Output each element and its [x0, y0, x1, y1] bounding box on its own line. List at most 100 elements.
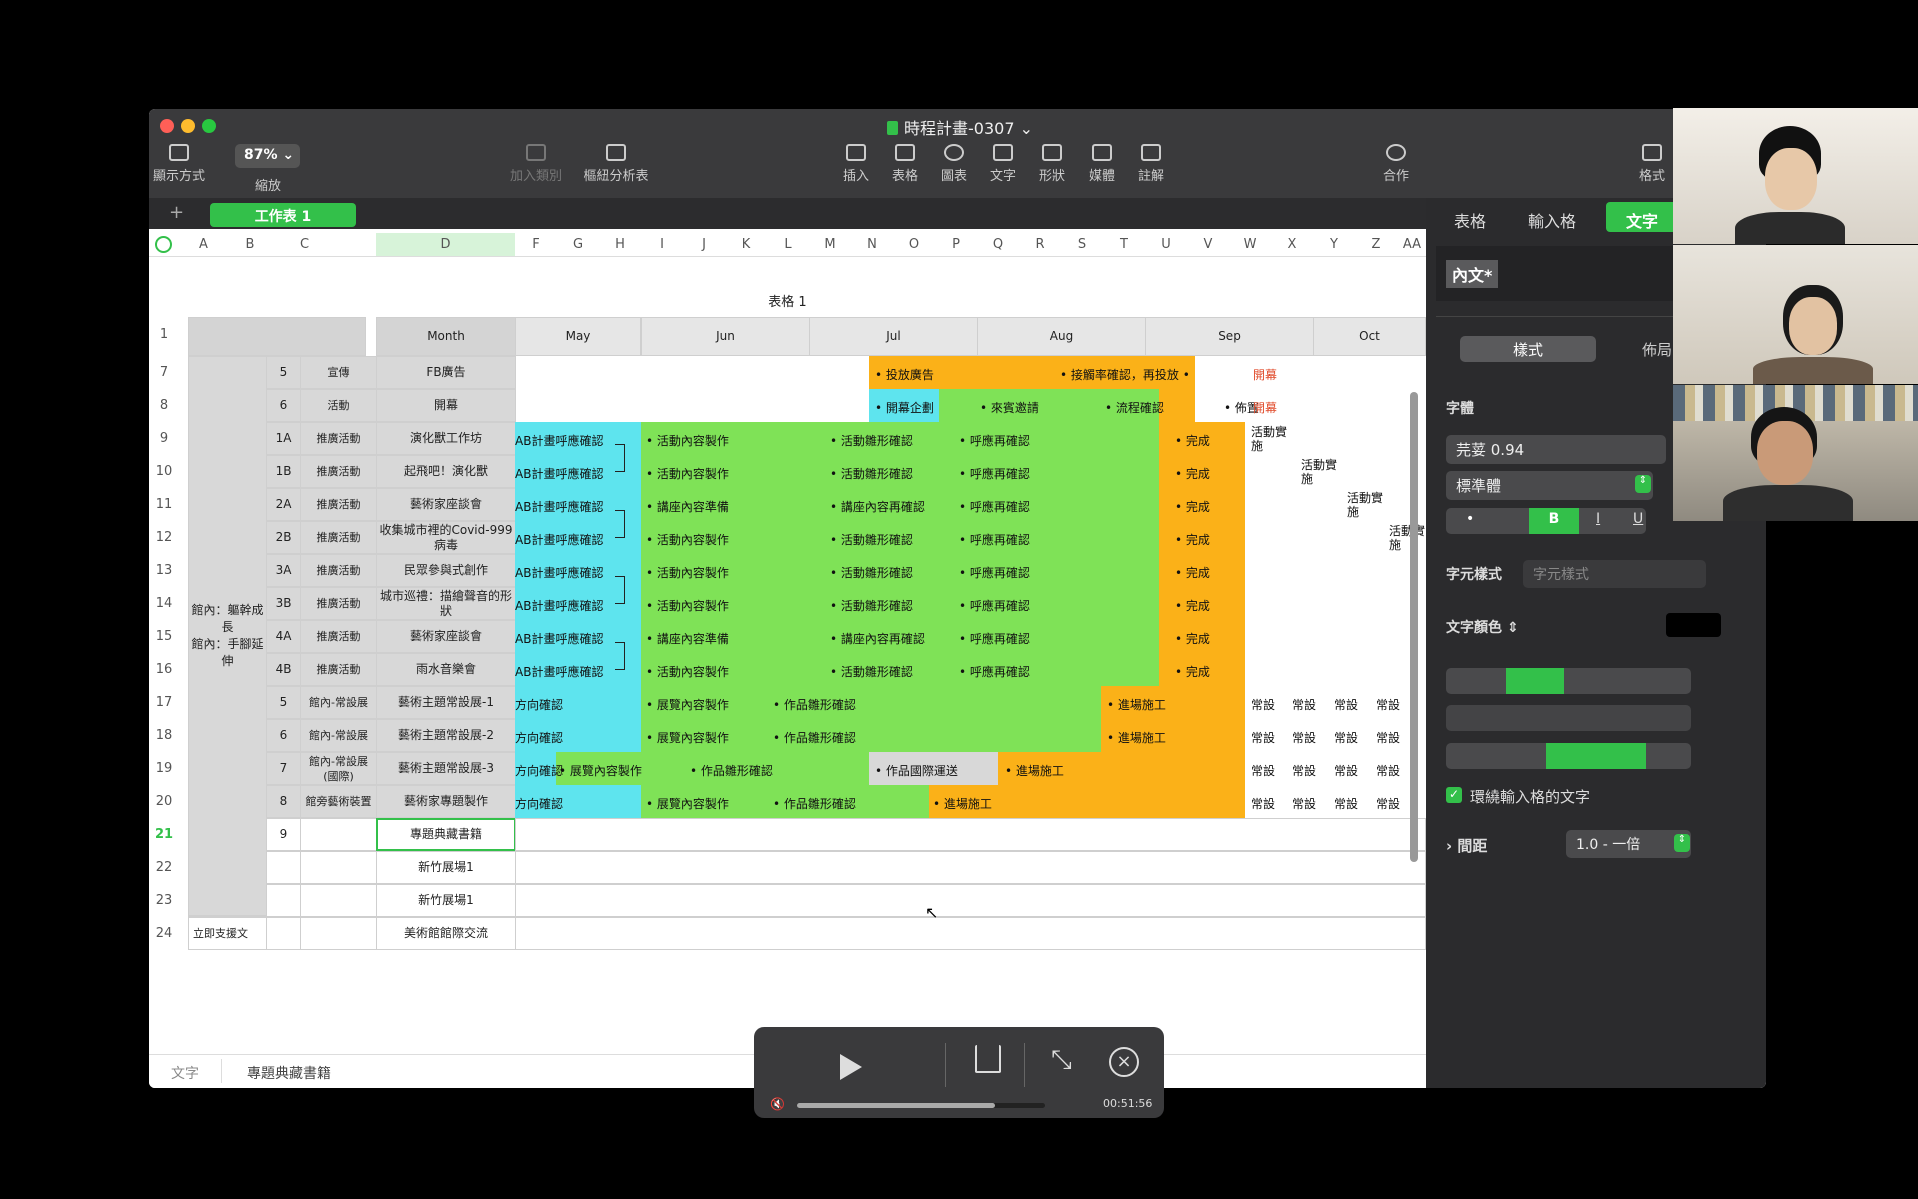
row-type[interactable]: 推廣活動: [300, 587, 377, 620]
row-type[interactable]: 推廣活動: [300, 554, 377, 587]
row-task[interactable]: 起飛吧！演化獸: [376, 455, 516, 488]
select-all-icon[interactable]: [155, 236, 172, 253]
row-id[interactable]: 4B: [266, 653, 301, 686]
row-type[interactable]: 推廣活動: [300, 488, 377, 521]
row-task[interactable]: 藝術主題常設展-2: [376, 719, 516, 752]
seg-style[interactable]: 樣式: [1460, 336, 1596, 362]
mute-icon[interactable]: 🔇: [770, 1097, 785, 1111]
align-center-button[interactable]: [1506, 668, 1564, 694]
row-task[interactable]: 藝術主題常設展-1: [376, 686, 516, 719]
col-z[interactable]: Z: [1355, 237, 1397, 252]
col-p[interactable]: P: [935, 237, 977, 252]
row-id[interactable]: 9: [266, 818, 301, 851]
header-sep[interactable]: Sep: [1145, 317, 1314, 356]
row-id[interactable]: 4A: [266, 620, 301, 653]
row-number[interactable]: 14: [149, 596, 179, 611]
row-id[interactable]: 3B: [266, 587, 301, 620]
row-type[interactable]: 推廣活動: [300, 653, 377, 686]
shape-button[interactable]: 形狀: [1027, 144, 1077, 184]
row-id[interactable]: 3A: [266, 554, 301, 587]
row-id[interactable]: 7: [266, 752, 301, 785]
empty-cell[interactable]: [515, 917, 1426, 950]
row-type[interactable]: 館內-常設展: [300, 719, 377, 752]
row-type[interactable]: 宣傳: [300, 356, 377, 389]
row-number[interactable]: 8: [149, 398, 179, 413]
comment-button[interactable]: 註解: [1126, 144, 1176, 184]
row-task[interactable]: 開幕: [376, 389, 516, 422]
row-number[interactable]: 13: [149, 563, 179, 578]
row-number[interactable]: 17: [149, 695, 179, 710]
row-type[interactable]: 館內-常設展: [300, 686, 377, 719]
row-task[interactable]: 專題典藏書籍: [376, 818, 516, 851]
row-type[interactable]: [300, 818, 377, 851]
col-u[interactable]: U: [1145, 237, 1187, 252]
header-jul[interactable]: Jul: [809, 317, 978, 356]
add-category-button[interactable]: 加入類別: [496, 144, 576, 184]
paragraph-style[interactable]: 內文*: [1446, 260, 1499, 288]
merged-category-cell[interactable]: 館內：軀幹成長 館內：手腳延伸: [188, 356, 267, 916]
row-type[interactable]: 推廣活動: [300, 521, 377, 554]
row-number[interactable]: 10: [149, 464, 179, 479]
gantt-bar-orange[interactable]: [1159, 389, 1195, 422]
tab-text[interactable]: 文字: [1626, 208, 1658, 232]
table-title[interactable]: 表格 1: [149, 291, 1426, 310]
font-family-select[interactable]: 芫荽 0.94: [1446, 435, 1666, 464]
sheet-tab-1[interactable]: 工作表 1: [210, 203, 356, 227]
insert-button[interactable]: 插入: [831, 144, 881, 184]
video-tile-3[interactable]: [1673, 385, 1918, 521]
row-number[interactable]: 9: [149, 431, 179, 446]
row-id[interactable]: 1A: [266, 422, 301, 455]
progress-track[interactable]: [797, 1103, 1045, 1108]
header-may[interactable]: May: [515, 317, 641, 356]
tab-table[interactable]: 表格: [1454, 208, 1486, 232]
document-title[interactable]: 時程計畫-0307 ⌄: [887, 115, 1033, 139]
text-options-icon[interactable]: •: [1466, 511, 1474, 527]
col-m[interactable]: M: [809, 237, 851, 252]
media-button[interactable]: 媒體: [1077, 144, 1127, 184]
spreadsheet-grid[interactable]: 表格 1 1 Month May Jun Jul Aug Sep Oct 75宣…: [149, 257, 1426, 1053]
col-k[interactable]: K: [725, 237, 767, 252]
col-w[interactable]: W: [1229, 237, 1271, 252]
col-a[interactable]: A: [178, 237, 229, 252]
header-month[interactable]: Month: [376, 317, 516, 356]
row-category[interactable]: 立即支援文: [188, 917, 267, 950]
col-c[interactable]: C: [271, 237, 338, 252]
row-number[interactable]: 19: [149, 761, 179, 776]
spacing-label[interactable]: › 間距: [1446, 835, 1487, 856]
pivot-table-button[interactable]: 樞紐分析表: [571, 144, 661, 184]
col-n[interactable]: N: [851, 237, 893, 252]
bold-button[interactable]: B: [1529, 508, 1579, 534]
play-icon[interactable]: [840, 1054, 862, 1080]
col-l[interactable]: L: [767, 237, 809, 252]
row-number[interactable]: 12: [149, 530, 179, 545]
row-id[interactable]: 2A: [266, 488, 301, 521]
row-number[interactable]: 23: [149, 893, 179, 908]
row-id[interactable]: 2B: [266, 521, 301, 554]
table-button[interactable]: 表格: [880, 144, 930, 184]
video-tile-1[interactable]: [1673, 108, 1918, 244]
align-middle-button[interactable]: [1546, 743, 1646, 769]
col-s[interactable]: S: [1061, 237, 1103, 252]
video-tile-2[interactable]: [1673, 245, 1918, 384]
row-number[interactable]: 22: [149, 860, 179, 875]
row-number[interactable]: 24: [149, 926, 179, 941]
row-id[interactable]: 8: [266, 785, 301, 818]
row-type[interactable]: 推廣活動: [300, 422, 377, 455]
row-task[interactable]: 演化獸工作坊: [376, 422, 516, 455]
row-task[interactable]: 民眾參與式創作: [376, 554, 516, 587]
selected-cell-name[interactable]: 專題典藏書籍: [247, 1063, 331, 1083]
header-jun[interactable]: Jun: [641, 317, 810, 356]
row-task[interactable]: 雨水音樂會: [376, 653, 516, 686]
row-number[interactable]: 21: [149, 827, 179, 842]
vertical-scrollbar[interactable]: [1410, 392, 1418, 862]
row-number[interactable]: 7: [149, 365, 179, 380]
header-oct[interactable]: Oct: [1313, 317, 1426, 356]
row-type[interactable]: [300, 917, 377, 950]
row-task[interactable]: 新竹展場1: [376, 851, 516, 884]
col-v[interactable]: V: [1187, 237, 1229, 252]
col-aa[interactable]: AA: [1397, 237, 1427, 252]
row-task[interactable]: 美術館館際交流: [376, 917, 516, 950]
row-task[interactable]: 城市巡禮：描繪聲音的形狀: [376, 587, 516, 620]
row-type[interactable]: 館內-常設展 (國際): [300, 752, 377, 785]
row-task[interactable]: FB廣告: [376, 356, 516, 389]
